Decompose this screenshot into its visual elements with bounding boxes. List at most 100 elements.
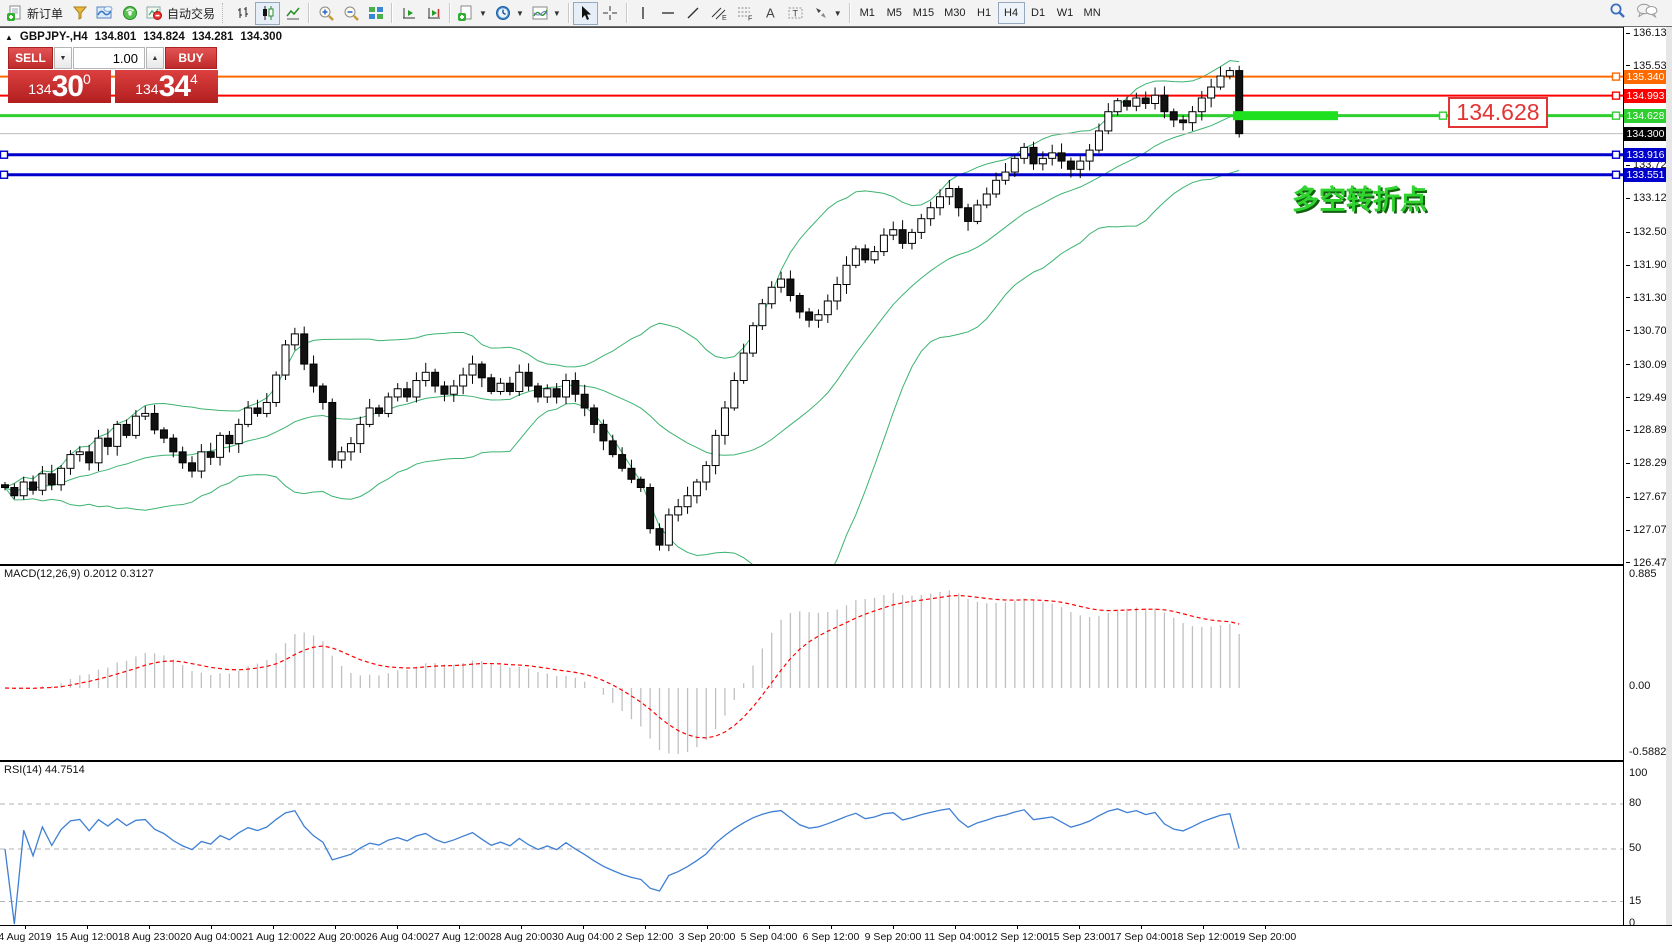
toolbar-separator xyxy=(626,3,627,23)
macd-panel[interactable] xyxy=(0,565,1623,761)
time-label: 18 Aug 23:00 xyxy=(118,931,180,943)
tab-timeframe-D1[interactable]: D1 xyxy=(1025,2,1052,24)
chevron-down-icon: ▼ xyxy=(516,9,524,18)
tab-timeframe-MN[interactable]: MN xyxy=(1079,2,1106,24)
tile-windows-icon xyxy=(368,5,384,21)
templates-dropdown[interactable]: ▼ xyxy=(528,2,565,25)
collapse-arrow-icon[interactable]: ▲ xyxy=(5,33,13,42)
tab-timeframe-H4[interactable]: H4 xyxy=(998,2,1025,24)
bar-chart-type-button[interactable] xyxy=(230,2,255,25)
tile-windows-button[interactable] xyxy=(363,2,388,25)
line-chart-icon xyxy=(285,5,301,21)
time-label: 19 Sep 20:00 xyxy=(1234,931,1296,943)
sell-button[interactable]: SELL xyxy=(8,47,53,69)
vertical-line-tool-button[interactable] xyxy=(631,2,656,25)
horizontal-line-tool-button[interactable] xyxy=(656,2,681,25)
tab-timeframe-H1[interactable]: H1 xyxy=(971,2,998,24)
price-axis: 136.135135.535134.920133.720133.120132.5… xyxy=(1623,27,1667,925)
time-label: 30 Aug 04:00 xyxy=(552,931,614,943)
line-chart-type-button[interactable] xyxy=(280,2,305,25)
search-icon[interactable] xyxy=(1609,2,1626,19)
chart-window: 136.135135.535134.920133.720133.120132.5… xyxy=(0,27,1672,949)
time-tick xyxy=(893,926,894,929)
new-order-button[interactable]: 新订单 xyxy=(3,2,67,25)
candlestick-chart-type-button[interactable] xyxy=(255,2,280,25)
label-tool-button[interactable]: T xyxy=(783,2,809,25)
channel-tool-button[interactable]: E xyxy=(706,2,732,25)
charts-button[interactable] xyxy=(92,2,117,25)
fibonacci-tool-button[interactable]: F xyxy=(732,2,758,25)
ohlc-low: 134.281 xyxy=(192,31,234,43)
buy-button[interactable]: BUY xyxy=(165,47,217,69)
autotrading-label: 自动交易 xyxy=(167,5,215,22)
tab-timeframe-M5[interactable]: M5 xyxy=(881,2,908,24)
tab-timeframe-W1[interactable]: W1 xyxy=(1052,2,1079,24)
time-tick xyxy=(707,926,708,929)
time-tick xyxy=(831,926,832,929)
rsi-axis-label: 15 xyxy=(1629,894,1641,908)
time-label: 28 Aug 20:00 xyxy=(490,931,552,943)
new-order-label: 新订单 xyxy=(27,5,63,22)
price-badge: 133.916 xyxy=(1624,148,1667,162)
toolbar-separator xyxy=(849,3,850,23)
time-tick xyxy=(149,926,150,929)
chart-shift-button[interactable] xyxy=(421,2,446,25)
sell-price[interactable]: 134300 xyxy=(8,70,111,103)
time-label: 15 Aug 12:00 xyxy=(56,931,118,943)
zoom-out-icon xyxy=(343,5,359,21)
time-tick xyxy=(1141,926,1142,929)
auto-scroll-button[interactable] xyxy=(396,2,421,25)
time-label: 21 Aug 12:00 xyxy=(242,931,304,943)
time-tick xyxy=(1265,926,1266,929)
symbol-info[interactable]: ▲ GBPJPY-,H4 134.801 134.824 134.281 134… xyxy=(5,31,282,43)
volume-decrease-button[interactable]: ▼ xyxy=(54,47,72,69)
window-edge xyxy=(1666,27,1672,949)
crosshair-tool-button[interactable] xyxy=(598,2,623,25)
fibonacci-icon: F xyxy=(736,5,754,21)
cursor-tool-button[interactable] xyxy=(573,2,598,25)
time-tick xyxy=(25,926,26,929)
text-icon: A xyxy=(763,5,777,21)
rsi-axis-label: 80 xyxy=(1629,796,1641,810)
time-tick xyxy=(521,926,522,929)
price-badge: 133.551 xyxy=(1624,168,1667,182)
styles-button[interactable] xyxy=(67,2,92,25)
symbol-name: GBPJPY-,H4 xyxy=(20,31,88,43)
time-label: 4 Aug 2019 xyxy=(0,931,52,943)
new-chart-icon xyxy=(458,5,474,21)
periods-dropdown[interactable]: ▼ xyxy=(491,2,528,25)
chat-icon[interactable] xyxy=(1636,2,1658,19)
rsi-axis-label: 50 xyxy=(1629,841,1641,855)
time-tick xyxy=(1017,926,1018,929)
volume-input[interactable] xyxy=(73,47,145,69)
signals-button[interactable] xyxy=(117,2,142,25)
price-callout-box[interactable]: 134.628 xyxy=(1448,97,1548,128)
time-label: 17 Sep 04:00 xyxy=(1110,931,1172,943)
buy-price-main: 34 xyxy=(159,72,190,102)
tab-timeframe-M1[interactable]: M1 xyxy=(854,2,881,24)
buy-price[interactable]: 134344 xyxy=(115,70,218,103)
svg-text:T: T xyxy=(792,9,798,19)
time-label: 11 Sep 04:00 xyxy=(924,931,986,943)
label-icon: T xyxy=(787,5,805,21)
autotrading-button[interactable]: 自动交易 xyxy=(142,2,219,25)
price-chart-panel[interactable] xyxy=(0,27,1623,565)
volume-increase-button[interactable]: ▲ xyxy=(146,47,164,69)
trendline-tool-button[interactable] xyxy=(681,2,706,25)
time-label: 15 Sep 23:00 xyxy=(1048,931,1110,943)
turning-point-annotation[interactable]: 多空转折点 xyxy=(1292,178,1427,217)
zoom-out-button[interactable] xyxy=(338,2,363,25)
rsi-panel[interactable] xyxy=(0,761,1623,925)
tab-timeframe-M30[interactable]: M30 xyxy=(939,2,970,24)
new-chart-dropdown[interactable]: ▼ xyxy=(454,2,491,25)
tab-timeframe-M15[interactable]: M15 xyxy=(908,2,939,24)
macd-axis-label: 0.885 xyxy=(1629,567,1657,581)
time-label: 22 Aug 20:00 xyxy=(304,931,366,943)
time-tick xyxy=(583,926,584,929)
time-tick xyxy=(459,926,460,929)
arrows-dropdown[interactable]: ▼ xyxy=(809,2,846,25)
text-tool-button[interactable]: A xyxy=(758,2,783,25)
toolbar-right-group xyxy=(1609,2,1658,19)
toolbar-separator xyxy=(391,3,392,23)
zoom-in-button[interactable] xyxy=(313,2,338,25)
